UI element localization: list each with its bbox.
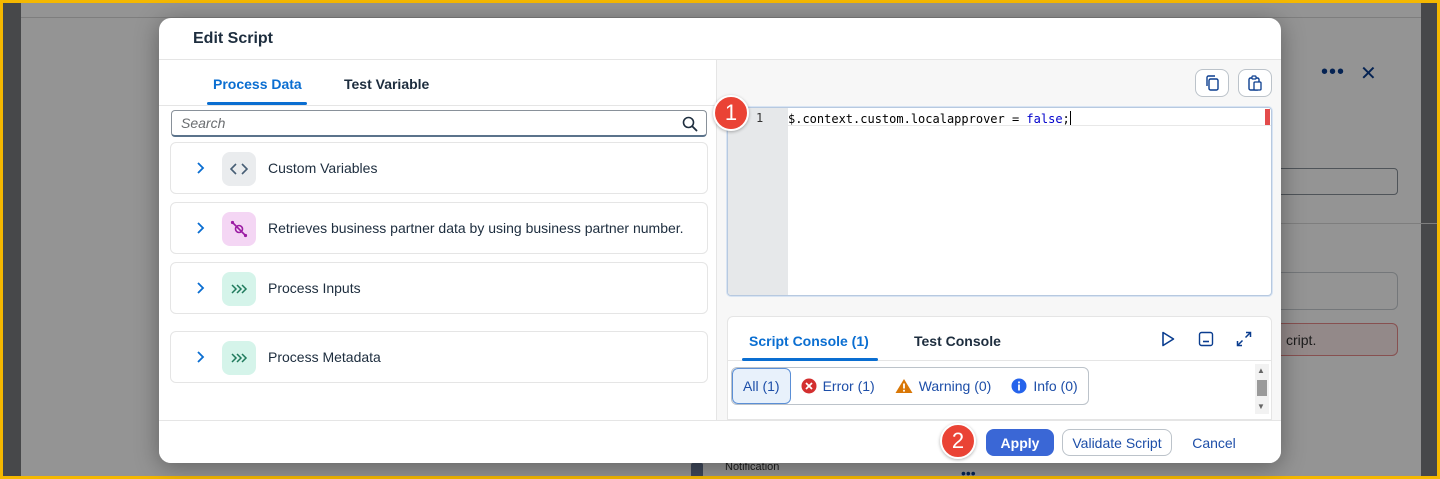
play-icon [1162, 331, 1175, 347]
code-line[interactable]: $.context.custom.localapprover = false; [788, 111, 1071, 126]
paste-button[interactable] [1238, 69, 1272, 97]
filter-all[interactable]: All (1) [732, 368, 791, 404]
code-editor[interactable]: 1 $.context.custom.localapprover = false… [727, 107, 1272, 296]
process-data-panel: Process Data Test Variable Custom Variab… [159, 60, 716, 420]
info-icon [1011, 378, 1027, 394]
script-editor-panel: 1 $.context.custom.localapprover = false… [717, 60, 1281, 420]
step-marker-1: 1 [713, 95, 749, 131]
cancel-button[interactable]: Cancel [1181, 429, 1247, 456]
copy-button[interactable] [1195, 69, 1229, 97]
edit-script-dialog: Edit Script Process Data Test Variable C… [159, 18, 1281, 463]
tab-test-variable[interactable]: Test Variable [344, 76, 429, 92]
minimize-button[interactable] [1195, 328, 1217, 350]
fullscreen-icon [1236, 331, 1252, 347]
pipeline-link-icon [222, 212, 256, 246]
list-item-label: Process Inputs [268, 280, 361, 296]
scroll-down-icon[interactable]: ▼ [1257, 402, 1265, 411]
filter-warning[interactable]: Warning (0) [885, 368, 1002, 404]
list-item-process-metadata[interactable]: Process Metadata [170, 331, 708, 383]
search-field [171, 110, 707, 137]
apply-button[interactable]: Apply [986, 429, 1054, 456]
console-scrollbar[interactable]: ▲ ▼ [1255, 364, 1269, 414]
chevron-right-icon[interactable] [193, 160, 207, 176]
list-item-process-inputs[interactable]: Process Inputs [170, 262, 708, 314]
step-marker-2: 2 [940, 423, 976, 459]
chevron-right-icon[interactable] [193, 349, 207, 365]
error-marker [1265, 109, 1270, 125]
script-console: Script Console (1) Test Console All (1) … [727, 316, 1272, 420]
line-number-gutter: 1 [728, 108, 788, 295]
chevrons-right-icon [222, 272, 256, 306]
fullscreen-button[interactable] [1233, 328, 1255, 350]
scrollbar-thumb[interactable] [1257, 380, 1267, 396]
chevron-right-icon[interactable] [193, 280, 207, 296]
minimize-icon [1198, 331, 1214, 347]
list-item-label: Retrieves business partner data by using… [268, 220, 684, 236]
console-filter-bar: All (1) Error (1) Warning (0) Info (0) [731, 367, 1089, 405]
dialog-footer: Apply Validate Script Cancel [159, 420, 1281, 463]
filter-info[interactable]: Info (0) [1001, 368, 1087, 404]
list-item-label: Custom Variables [268, 160, 378, 176]
list-item-label: Process Metadata [268, 349, 381, 365]
dialog-title: Edit Script [193, 30, 274, 47]
error-icon [801, 378, 817, 394]
search-icon[interactable] [682, 116, 698, 132]
line-number: 1 [756, 111, 764, 125]
tab-process-data[interactable]: Process Data [213, 76, 302, 92]
console-tab-bar: Script Console (1) Test Console [728, 317, 1271, 361]
scroll-up-icon[interactable]: ▲ [1257, 366, 1265, 375]
tab-test-console[interactable]: Test Console [914, 333, 1001, 349]
code-brackets-icon [222, 152, 256, 186]
chevron-right-icon[interactable] [193, 220, 207, 236]
copy-icon [1206, 75, 1219, 91]
text-cursor [1069, 111, 1071, 125]
code-keyword: false [1026, 112, 1063, 126]
warning-icon [895, 378, 913, 394]
active-tab-indicator [207, 102, 307, 105]
paste-icon [1248, 75, 1262, 91]
list-item-custom-variables[interactable]: Custom Variables [170, 142, 708, 194]
tab-script-console[interactable]: Script Console (1) [749, 333, 869, 349]
filter-error[interactable]: Error (1) [791, 368, 885, 404]
active-tab-indicator [742, 358, 878, 361]
search-input[interactable] [172, 111, 672, 135]
list-item-business-partner[interactable]: Retrieves business partner data by using… [170, 202, 708, 254]
chevrons-right-icon [222, 341, 256, 375]
left-tab-bar: Process Data Test Variable [159, 60, 716, 106]
run-button[interactable] [1157, 328, 1179, 350]
validate-script-button[interactable]: Validate Script [1062, 429, 1172, 456]
